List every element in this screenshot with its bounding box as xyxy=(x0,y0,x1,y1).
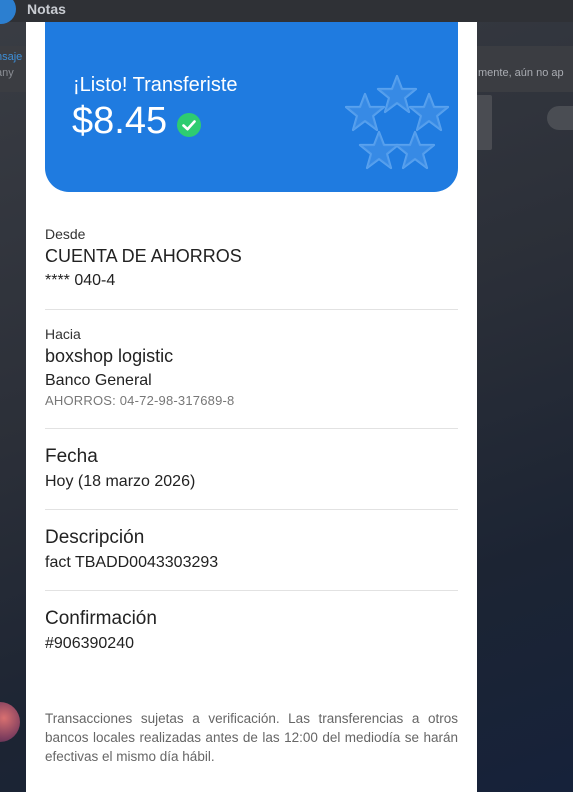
background-app-title: Notas xyxy=(27,1,66,17)
to-label: Hacia xyxy=(45,326,81,342)
background-message-preview: any xyxy=(0,67,14,79)
background-header xyxy=(0,0,573,22)
bank-stars-logo-icon xyxy=(345,74,449,170)
receipt-hero-banner: ¡Listo! Transferiste $8.45 xyxy=(45,22,458,192)
from-account-number: **** 040-4 xyxy=(45,272,116,289)
divider xyxy=(45,590,458,591)
to-account-section: Hacia boxshop logistic Banco General AHO… xyxy=(45,326,458,408)
recipient-bank: Banco General xyxy=(45,372,152,389)
confirmation-number: #906390240 xyxy=(45,635,134,652)
recipient-name: boxshop logistic xyxy=(45,346,174,366)
transfer-receipt: ¡Listo! Transferiste $8.45 Desde CUENTA … xyxy=(26,22,477,792)
date-label: Fecha xyxy=(45,446,98,467)
confirmation-label: Confirmación xyxy=(45,608,157,629)
transfer-disclaimer: Transacciones sujetas a verificación. La… xyxy=(45,711,458,764)
background-user-avatar xyxy=(0,702,20,742)
hero-amount-row: $8.45 xyxy=(72,100,202,143)
check-circle-icon xyxy=(177,112,202,137)
date-value: Hoy (18 marzo 2026) xyxy=(45,473,196,490)
divider xyxy=(45,428,458,429)
divider xyxy=(45,509,458,510)
from-account-type: CUENTA DE AHORROS xyxy=(45,246,242,266)
transfer-amount: $8.45 xyxy=(72,100,168,142)
from-account-section: Desde CUENTA DE AHORROS **** 040-4 xyxy=(45,226,458,290)
hero-title: ¡Listo! Transferiste xyxy=(73,74,238,96)
background-pill-button xyxy=(547,106,573,130)
background-message-text: mente, aún no ap xyxy=(478,67,564,79)
date-section: Fecha Hoy (18 marzo 2026) xyxy=(45,446,458,491)
from-label: Desde xyxy=(45,226,86,242)
recipient-account: AHORROS: 04-72-98-317689-8 xyxy=(45,393,235,408)
divider xyxy=(45,309,458,310)
description-section: Descripción fact TBADD0043303293 xyxy=(45,527,458,572)
description-label: Descripción xyxy=(45,527,145,548)
description-value: fact TBADD0043303293 xyxy=(45,554,219,571)
confirmation-section: Confirmación #906390240 xyxy=(45,608,458,653)
background-message-label: nsaje xyxy=(0,51,23,63)
